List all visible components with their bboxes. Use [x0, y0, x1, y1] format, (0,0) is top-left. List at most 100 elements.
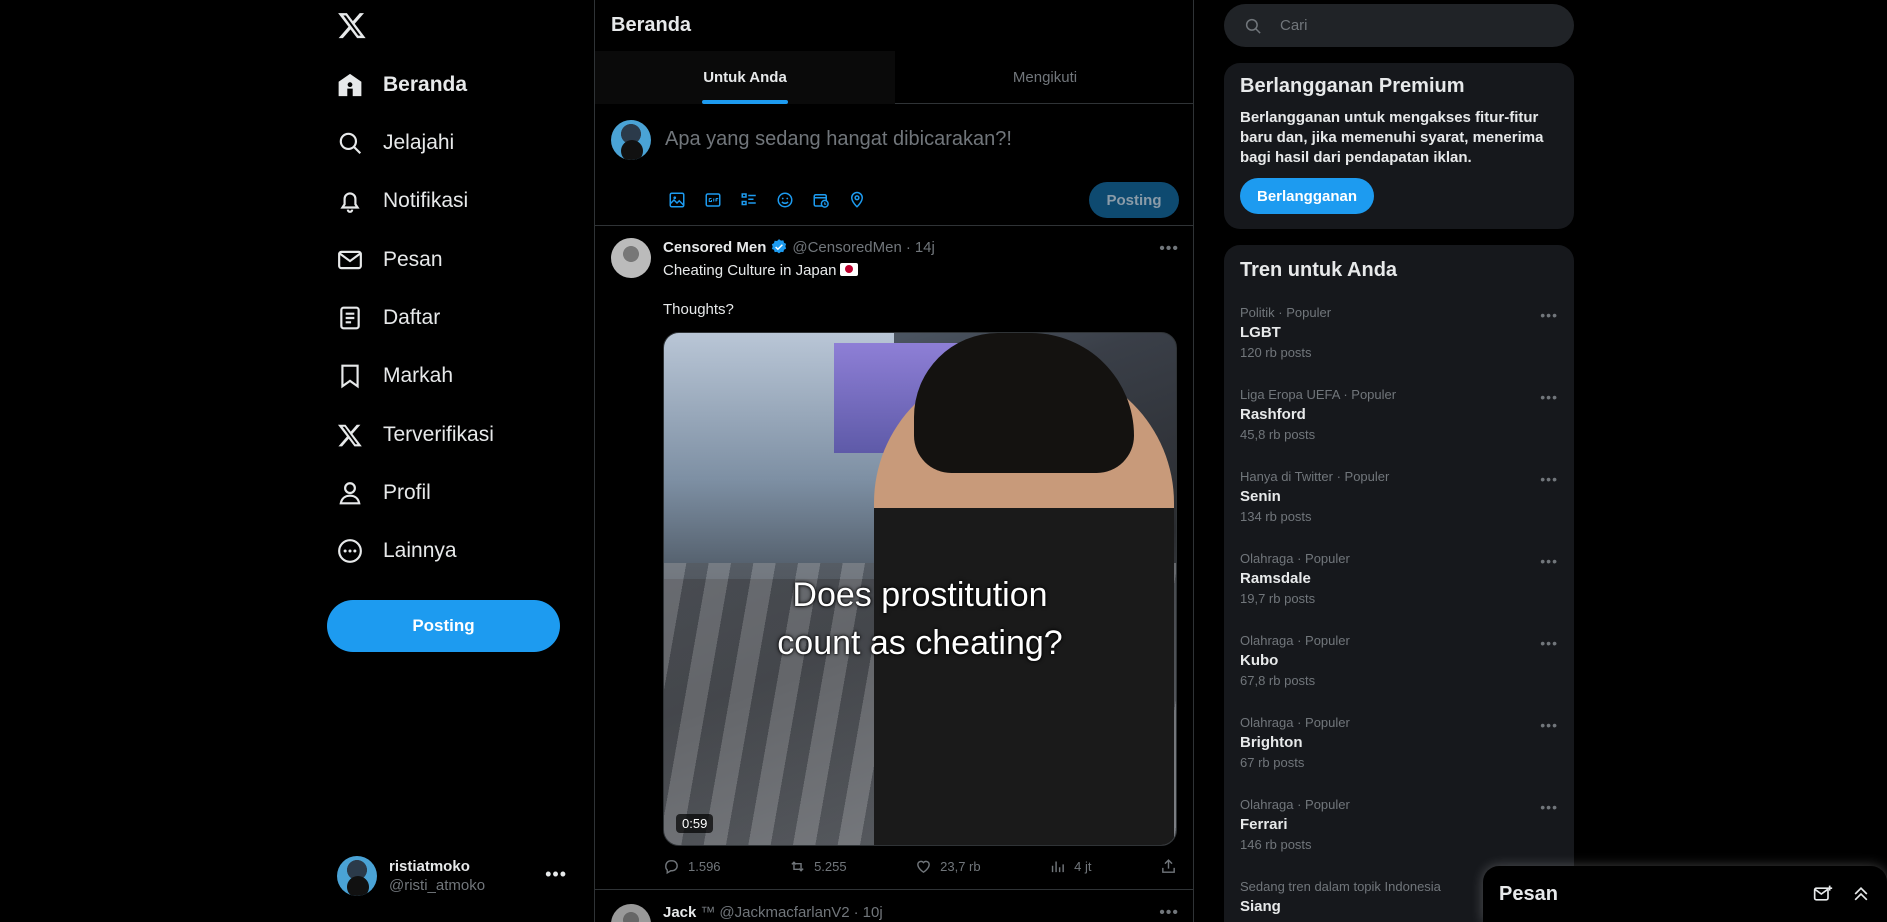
reply-button[interactable]: 1.596 — [663, 858, 721, 875]
reply-count: 1.596 — [688, 859, 721, 874]
avatar[interactable] — [611, 904, 651, 922]
list-icon — [340, 306, 360, 330]
trend-item[interactable]: Olahraga · Populer Ramsdale 19,7 rb post… — [1224, 551, 1574, 633]
left-sidebar: Beranda Jelajahi Notifikasi Pesan Daftar… — [327, 0, 566, 922]
tweet-author-handle[interactable]: @JackmacfarlanV2 — [719, 904, 849, 921]
new-message-icon[interactable] — [1813, 884, 1833, 904]
more-icon[interactable]: ••• — [1540, 799, 1558, 815]
tweet-video[interactable]: Does prostitution count as cheating? 0:5… — [663, 332, 1177, 846]
timeline-tabs: Untuk Anda Mengikuti — [595, 51, 1193, 104]
views-button[interactable]: 4 jt — [1049, 858, 1091, 875]
nav-item-beranda[interactable]: Beranda — [337, 61, 467, 109]
right-sidebar: Cari Berlangganan Premium Berlangganan u… — [1224, 0, 1574, 922]
repost-icon — [791, 861, 804, 872]
trend-item[interactable]: Liga Eropa UEFA · Populer Rashford 45,8 … — [1224, 387, 1574, 469]
account-handle: @risti_atmoko — [389, 877, 486, 894]
video-scene-hair — [914, 333, 1134, 473]
trend-count: 67,8 rb posts — [1240, 673, 1316, 688]
tweet-author-handle[interactable]: @CensoredMen — [792, 239, 901, 256]
like-button[interactable]: 23,7 rb — [915, 858, 981, 875]
more-icon[interactable]: ••• — [1540, 635, 1558, 651]
compose-input[interactable]: Apa yang sedang hangat dibicarakan?! — [665, 128, 1012, 151]
tweet-text: Cheating Culture in Japan — [663, 261, 859, 281]
tweet-author-name[interactable]: Jack — [663, 904, 696, 921]
heart-icon — [917, 860, 931, 874]
verified-badge-icon — [772, 239, 787, 254]
drawer-title: Pesan — [1499, 882, 1558, 905]
nav-item-notifikasi[interactable]: Notifikasi — [337, 177, 468, 225]
nav-item-pesan[interactable]: Pesan — [337, 236, 443, 284]
page-title: Beranda — [611, 14, 692, 36]
compose-post-button[interactable]: Posting — [1089, 182, 1179, 218]
nav-label: Markah — [383, 364, 454, 387]
gif-icon[interactable] — [701, 188, 725, 212]
emoji-icon[interactable] — [773, 188, 797, 212]
account-switcher[interactable]: ristiatmoko @risti_atmoko ••• — [337, 852, 567, 900]
tweet-author-name[interactable]: Censored Men — [663, 239, 766, 256]
tweet-time[interactable]: 14j — [915, 239, 935, 256]
nav-item-markah[interactable]: Markah — [337, 352, 453, 400]
trend-item[interactable]: Olahraga · Populer Brighton 67 rb posts … — [1224, 715, 1574, 797]
x-logo-icon[interactable] — [337, 10, 369, 42]
trend-item[interactable]: Hanya di Twitter · Populer Senin 134 rb … — [1224, 469, 1574, 551]
nav-label: Daftar — [383, 306, 441, 329]
video-caption: count as cheating? — [777, 624, 1063, 662]
repost-button[interactable]: 5.255 — [789, 858, 847, 875]
more-icon[interactable]: ••• — [545, 864, 567, 885]
mail-icon — [338, 250, 362, 270]
avatar[interactable] — [611, 238, 651, 278]
reply-icon — [665, 860, 678, 875]
more-icon[interactable]: ••• — [1540, 389, 1558, 405]
nav-item-lainnya[interactable]: Lainnya — [337, 527, 457, 575]
tweet-time[interactable]: 10j — [863, 904, 883, 921]
nav-label: Profil — [383, 481, 431, 504]
trend-item[interactable]: Politik · Populer LGBT 120 rb posts ••• — [1224, 305, 1574, 387]
chevron-up-double-icon[interactable] — [1851, 884, 1871, 904]
schedule-icon[interactable] — [809, 188, 833, 212]
subscribe-button[interactable]: Berlangganan — [1240, 178, 1374, 214]
messages-drawer[interactable]: Pesan — [1483, 866, 1887, 922]
like-count: 23,7 rb — [940, 859, 981, 874]
avatar — [337, 856, 377, 896]
drawer-actions — [1813, 884, 1871, 904]
premium-body: Berlangganan untuk mengakses fitur-fitur… — [1240, 109, 1544, 166]
avatar — [611, 120, 651, 160]
trends-panel: Tren untuk Anda Politik · Populer LGBT 1… — [1224, 245, 1574, 922]
nav-item-terverifikasi[interactable]: Terverifikasi — [337, 411, 494, 459]
image-icon[interactable] — [665, 188, 689, 212]
more-circle-icon — [338, 539, 362, 563]
app-root: Beranda Jelajahi Notifikasi Pesan Daftar… — [0, 0, 1887, 922]
separator-dot: · — [905, 238, 911, 256]
more-icon[interactable]: ••• — [1540, 307, 1558, 323]
views-chart-icon — [1051, 861, 1064, 873]
bookmark-icon — [341, 364, 359, 389]
search-input[interactable]: Cari — [1224, 4, 1574, 47]
tweet[interactable]: Censored Men @CensoredMen · 14j ••• Chea… — [595, 226, 1193, 890]
more-icon[interactable]: ••• — [1159, 904, 1179, 922]
tweet[interactable]: Jack ™ @JackmacfarlanV2 · 10j ••• — [595, 890, 1193, 922]
main-header: Beranda Untuk Anda Mengikuti — [595, 0, 1193, 104]
tab-mengikuti[interactable]: Mengikuti — [895, 51, 1193, 104]
trend-count: 67 rb posts — [1240, 755, 1305, 770]
more-icon[interactable]: ••• — [1540, 553, 1558, 569]
account-names: ristiatmoko @risti_atmoko — [389, 858, 485, 894]
trend-item[interactable]: Olahraga · Populer Kubo 67,8 rb posts ••… — [1224, 633, 1574, 715]
more-icon[interactable]: ••• — [1540, 717, 1558, 733]
poll-icon[interactable] — [737, 188, 761, 212]
share-button[interactable] — [1160, 858, 1177, 875]
location-icon[interactable] — [845, 188, 869, 212]
post-button[interactable]: Posting — [327, 600, 560, 652]
share-icon — [1162, 859, 1175, 873]
search-icon — [339, 132, 362, 155]
nav-item-daftar[interactable]: Daftar — [337, 294, 440, 342]
more-icon[interactable]: ••• — [1540, 471, 1558, 487]
trend-topic: Ramsdale — [1240, 570, 1311, 587]
nav-item-jelajahi[interactable]: Jelajahi — [337, 119, 454, 167]
trend-context: Olahraga · Populer — [1240, 797, 1350, 812]
more-icon[interactable]: ••• — [1159, 240, 1179, 258]
trend-topic: Rashford — [1240, 406, 1306, 423]
tab-untuk-anda[interactable]: Untuk Anda — [595, 51, 895, 104]
trends-title: Tren untuk Anda — [1240, 259, 1398, 281]
repost-count: 5.255 — [814, 859, 847, 874]
nav-item-profil[interactable]: Profil — [337, 469, 431, 517]
